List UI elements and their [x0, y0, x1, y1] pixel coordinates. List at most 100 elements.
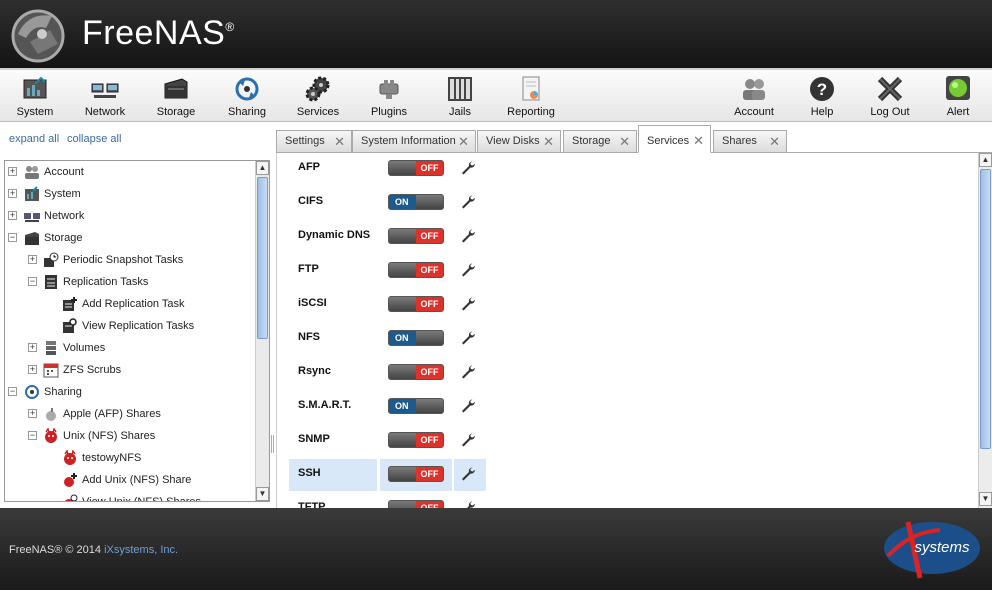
toolbar-help-button[interactable]: ? Help: [792, 76, 852, 118]
toolbar-reporting-button[interactable]: Reporting: [501, 76, 561, 118]
toolbar-alert-button[interactable]: Alert: [928, 76, 988, 118]
service-row: S.M.A.R.T. ON: [289, 391, 489, 421]
scroll-down-arrow-icon[interactable]: ▼: [979, 492, 992, 506]
service-toggle[interactable]: OFF: [388, 364, 444, 380]
service-name: S.M.A.R.T.: [298, 399, 352, 411]
settings-wrench-icon[interactable]: [460, 160, 476, 176]
tree-item-label: ZFS Scrubs: [63, 364, 122, 376]
toggle-knob: [389, 433, 417, 447]
tab-storage[interactable]: Storage ✕: [563, 130, 637, 152]
ixsystems-link[interactable]: iXsystems, Inc.: [104, 544, 178, 556]
toolbar-label: Plugins: [370, 106, 408, 118]
settings-wrench-icon[interactable]: [460, 296, 476, 312]
close-tab-icon[interactable]: ✕: [543, 134, 554, 150]
settings-wrench-icon[interactable]: [460, 364, 476, 380]
content-scrollbar[interactable]: ▲ ▼: [978, 153, 992, 508]
toolbar-system-button[interactable]: System: [5, 76, 65, 118]
service-toggle[interactable]: OFF: [388, 160, 444, 176]
tree-item-label: Sharing: [44, 386, 82, 398]
settings-wrench-icon[interactable]: [460, 398, 476, 414]
toggle-off-label: OFF: [416, 501, 443, 508]
toolbar-sharing-button[interactable]: Sharing: [217, 76, 277, 118]
tree-item-label: View Unix (NFS) Shares: [82, 496, 201, 502]
service-toggle[interactable]: OFF: [388, 262, 444, 278]
settings-wrench-icon[interactable]: [460, 228, 476, 244]
tree-item-label: Network: [44, 210, 85, 222]
service-row: NFS ON: [289, 323, 489, 353]
service-name: SNMP: [298, 433, 330, 445]
service-toggle[interactable]: ON: [388, 330, 444, 346]
service-toggle[interactable]: OFF: [388, 432, 444, 448]
toolbar-account-button[interactable]: Account: [724, 76, 784, 118]
service-row: AFP OFF: [289, 153, 489, 183]
collapse-icon[interactable]: −: [8, 233, 17, 242]
toolbar-plugins-button[interactable]: Plugins: [359, 76, 419, 118]
bsd-daemon-icon: [64, 450, 76, 465]
scrollbar-thumb[interactable]: [980, 169, 991, 449]
expand-icon[interactable]: +: [28, 365, 37, 374]
tab-services[interactable]: Services ✕: [638, 125, 711, 153]
expand-icon[interactable]: +: [8, 167, 17, 176]
settings-wrench-icon[interactable]: [460, 262, 476, 278]
close-tab-icon[interactable]: ✕: [334, 134, 345, 150]
tab-label: Storage: [572, 135, 611, 147]
toolbar-network-button[interactable]: Network: [75, 76, 135, 118]
scroll-up-arrow-icon[interactable]: ▲: [256, 161, 269, 175]
toolbar-services-button[interactable]: Services: [288, 76, 348, 118]
toggle-on-label: ON: [389, 399, 416, 413]
close-tab-icon[interactable]: ✕: [769, 134, 780, 150]
logout-icon: [877, 76, 903, 102]
service-toggle[interactable]: OFF: [388, 296, 444, 312]
scrollbar-thumb[interactable]: [257, 177, 268, 339]
toolbar-storage-button[interactable]: Storage: [146, 76, 206, 118]
close-tab-icon[interactable]: ✕: [693, 133, 704, 149]
tab-shares[interactable]: Shares ✕: [713, 130, 787, 152]
service-toggle[interactable]: OFF: [388, 466, 444, 482]
tab-view-disks[interactable]: View Disks ✕: [477, 130, 561, 152]
tree-item-label: Apple (AFP) Shares: [63, 408, 161, 420]
toolbar-jails-button[interactable]: Jails: [430, 76, 490, 118]
settings-wrench-icon[interactable]: [460, 432, 476, 448]
settings-wrench-icon[interactable]: [460, 466, 476, 482]
toggle-knob: [416, 195, 443, 209]
collapse-icon[interactable]: −: [28, 431, 37, 440]
panel-splitter-handle[interactable]: [271, 435, 274, 453]
service-row: SNMP OFF: [289, 425, 489, 455]
settings-wrench-icon[interactable]: [460, 330, 476, 346]
copyright-text: FreeNAS® © 2014 iXsystems, Inc.: [9, 544, 178, 556]
service-row: Rsync OFF: [289, 357, 489, 387]
tree-scrollbar[interactable]: ▲ ▼: [255, 161, 269, 501]
tab-system-information[interactable]: System Information ✕: [352, 130, 476, 152]
toggle-knob: [389, 297, 417, 311]
close-tab-icon[interactable]: ✕: [458, 134, 469, 150]
service-toggle[interactable]: ON: [388, 194, 444, 210]
close-tab-icon[interactable]: ✕: [619, 134, 630, 150]
scroll-down-arrow-icon[interactable]: ▼: [256, 487, 269, 501]
collapse-icon[interactable]: −: [28, 277, 37, 286]
service-row: SSH OFF: [289, 459, 489, 491]
toolbar-label: Sharing: [228, 106, 266, 118]
service-toggle[interactable]: ON: [388, 398, 444, 414]
storage-icon: [25, 232, 39, 245]
expand-icon[interactable]: +: [28, 255, 37, 264]
expand-all-link[interactable]: expand all: [9, 133, 59, 145]
settings-wrench-icon[interactable]: [460, 194, 476, 210]
help-icon: ?: [810, 77, 834, 101]
tab-settings[interactable]: Settings ✕: [276, 130, 352, 152]
expand-icon[interactable]: +: [28, 409, 37, 418]
collapse-icon[interactable]: −: [8, 387, 17, 396]
main-toolbar: System Network Storage Sharing Services …: [0, 68, 992, 122]
service-row: CIFS ON: [289, 187, 489, 217]
toggle-knob: [389, 161, 417, 175]
service-toggle[interactable]: OFF: [388, 228, 444, 244]
tree-item-label: Unix (NFS) Shares: [63, 430, 156, 442]
expand-icon[interactable]: +: [8, 189, 17, 198]
scroll-up-arrow-icon[interactable]: ▲: [979, 153, 992, 167]
expand-icon[interactable]: +: [8, 211, 17, 220]
toggle-on-label: ON: [389, 331, 416, 345]
settings-wrench-icon[interactable]: [460, 500, 476, 508]
service-toggle[interactable]: OFF: [388, 500, 444, 508]
expand-icon[interactable]: +: [28, 343, 37, 352]
collapse-all-link[interactable]: collapse all: [67, 133, 121, 145]
toolbar-logout-button[interactable]: Log Out: [860, 76, 920, 118]
